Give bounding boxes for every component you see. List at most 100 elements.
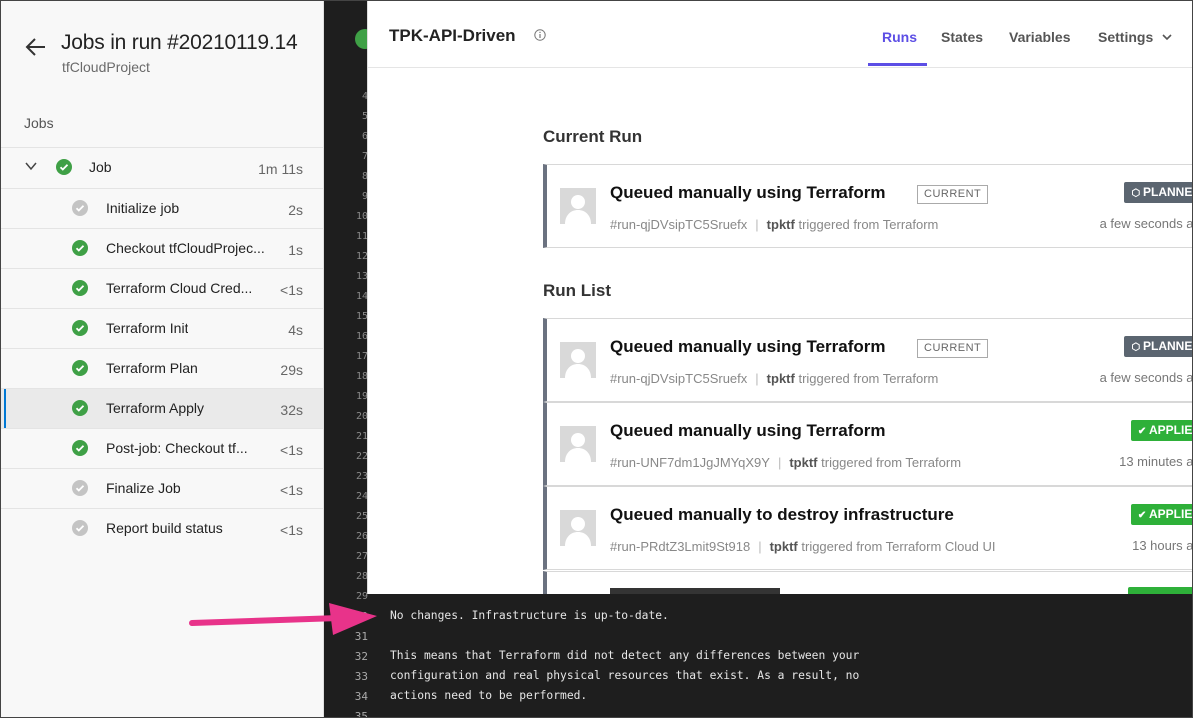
chevron-down-icon[interactable] [25, 160, 37, 172]
status-badge: ✔ APPLIED [1130, 420, 1193, 441]
tab-settings[interactable]: Settings [1098, 29, 1153, 45]
job-step-row[interactable]: Finalize Job <1s [1, 468, 323, 508]
log-line-number: 8 [361, 171, 368, 182]
success-icon [72, 320, 88, 336]
run-id[interactable]: #run-qjDVsipTC5Sruefx [610, 217, 747, 232]
log-line-number: 20 [355, 411, 368, 422]
log-line-text: actions need to be performed. [390, 689, 588, 702]
log-line-number: 4 [361, 91, 368, 102]
run-time: a few seconds ago [1099, 216, 1193, 231]
run-meta: #run-qjDVsipTC5Sruefx | tpktf triggered fr… [610, 217, 938, 232]
log-line-text: configuration and real physical resource… [390, 669, 860, 682]
workspace-name: TPK-API-Driven [389, 26, 516, 45]
separator: | [755, 217, 759, 232]
status-label: APPLIED [1148, 507, 1193, 521]
run-trigger: triggered from Terraform [798, 371, 939, 386]
plan-icon: ⬡ [1131, 188, 1143, 199]
info-icon[interactable] [534, 29, 546, 41]
run-card[interactable] [543, 571, 1192, 594]
run-title: Queued manually using Terraform [610, 337, 886, 356]
active-tab-indicator [868, 63, 927, 66]
job-step-row[interactable]: Post-job: Checkout tf... <1s [1, 428, 323, 468]
job-step-label: Terraform Apply [106, 400, 205, 416]
status-label: APPLIED [1148, 423, 1193, 437]
job-step-row[interactable]: Initialize job 2s [1, 188, 323, 228]
log-line-number: 19 [355, 391, 368, 402]
log-line-number: 18 [355, 371, 368, 382]
log-line-number: 22 [355, 451, 368, 462]
terraform-cloud-window: TPK-API-Driven Runs States Variables Set… [367, 1, 1193, 594]
job-step-label: Terraform Cloud Cred... [106, 280, 253, 296]
job-parent-row[interactable]: Job 1m 11s [1, 147, 323, 187]
status-badge: ⬡ PLANNED [1124, 182, 1193, 203]
run-trigger: triggered from Terraform [798, 217, 939, 232]
run-id[interactable]: #run-UNF7dm1JgJMYqX9Y [610, 455, 770, 470]
run-user[interactable]: tpktf [767, 371, 795, 386]
job-step-row[interactable]: Terraform Plan 29s [1, 348, 323, 388]
job-step-row[interactable]: Terraform Init 4s [1, 308, 323, 348]
job-step-row[interactable]: Checkout tfCloudProjec... 1s [1, 228, 323, 268]
run-time: 13 hours ago [1132, 538, 1193, 553]
avatar [560, 426, 596, 462]
current-run-heading: Current Run [543, 127, 643, 146]
tab-states[interactable]: States [941, 29, 983, 45]
job-step-row[interactable]: Terraform Cloud Cred... <1s [1, 268, 323, 308]
job-step-label: Terraform Plan [106, 360, 198, 376]
run-id[interactable]: #run-PRdtZ3Lmit9St918 [610, 539, 750, 554]
job-step-duration: <1s [280, 522, 303, 538]
back-arrow-icon[interactable] [25, 37, 47, 57]
log-line-number: 6 [361, 131, 368, 142]
log-line-number: 17 [355, 351, 368, 362]
run-user[interactable]: tpktf [770, 539, 798, 554]
job-step-label: Initialize job [106, 200, 180, 216]
status-label: PLANNED [1142, 185, 1193, 199]
run-card[interactable]: Queued manually using Terraform #run-UNF7… [543, 402, 1193, 486]
job-step-row[interactable]: Report build status <1s [1, 508, 323, 548]
status-label: PLANNED [1142, 339, 1193, 353]
status-badge: ✔ APPLIED [1130, 504, 1193, 525]
job-label: Job [89, 159, 112, 175]
log-line-number: 5 [361, 111, 368, 122]
log-line-number: 13 [355, 271, 368, 282]
avatar [560, 342, 596, 378]
plan-icon: ⬡ [1131, 342, 1143, 353]
run-card[interactable]: Queued manually using Terraform CURRENT #r… [543, 164, 1193, 248]
check-icon: ✔ [1137, 510, 1149, 521]
jobs-section-header: Jobs [24, 115, 54, 131]
log-line-number: 12 [355, 251, 368, 262]
run-user[interactable]: tpktf [789, 455, 817, 470]
job-step-duration: <1s [280, 282, 303, 298]
separator: | [758, 539, 762, 554]
success-icon [72, 440, 88, 456]
run-title-partial [610, 588, 780, 594]
log-line-number: 23 [355, 471, 368, 482]
success-icon [56, 159, 72, 175]
job-step-label: Report build status [106, 520, 223, 536]
run-id[interactable]: #run-qjDVsipTC5Sruefx [610, 371, 747, 386]
run-meta: #run-UNF7dm1JgJMYqX9Y | tpktf triggered fr… [610, 455, 961, 470]
log-line-number: 27 [355, 551, 368, 562]
tab-variables[interactable]: Variables [1009, 29, 1071, 45]
project-name: tfCloudProject [62, 59, 150, 75]
job-step-label: Terraform Init [106, 320, 189, 336]
run-trigger: triggered from Terraform Cloud UI [801, 539, 996, 554]
log-line-number: 10 [355, 211, 368, 222]
success-icon [72, 280, 88, 296]
job-step-duration: <1s [280, 482, 303, 498]
run-meta: #run-PRdtZ3Lmit9St918 | tpktf triggered fr… [610, 539, 995, 554]
job-duration: 1m 11s [258, 161, 303, 177]
chevron-down-icon[interactable] [1162, 33, 1172, 41]
log-line-number: 32 [354, 650, 368, 663]
run-title: Queued manually to destroy infrastructur… [610, 505, 954, 524]
log-line-number: 26 [355, 531, 368, 542]
annotation-arrow-icon [189, 603, 377, 635]
tab-runs[interactable]: Runs [882, 29, 917, 45]
job-step-row[interactable]: Terraform Apply 32s [1, 388, 323, 429]
check-icon: ✔ [1137, 426, 1149, 437]
run-card[interactable]: Queued manually to destroy infrastructur… [543, 486, 1193, 570]
run-card[interactable]: Queued manually using Terraform CURRENT #r… [543, 318, 1193, 402]
success-icon [72, 240, 88, 256]
job-step-label: Checkout tfCloudProjec... [106, 240, 264, 256]
log-line-number: 15 [355, 311, 368, 322]
run-user[interactable]: tpktf [767, 217, 795, 232]
